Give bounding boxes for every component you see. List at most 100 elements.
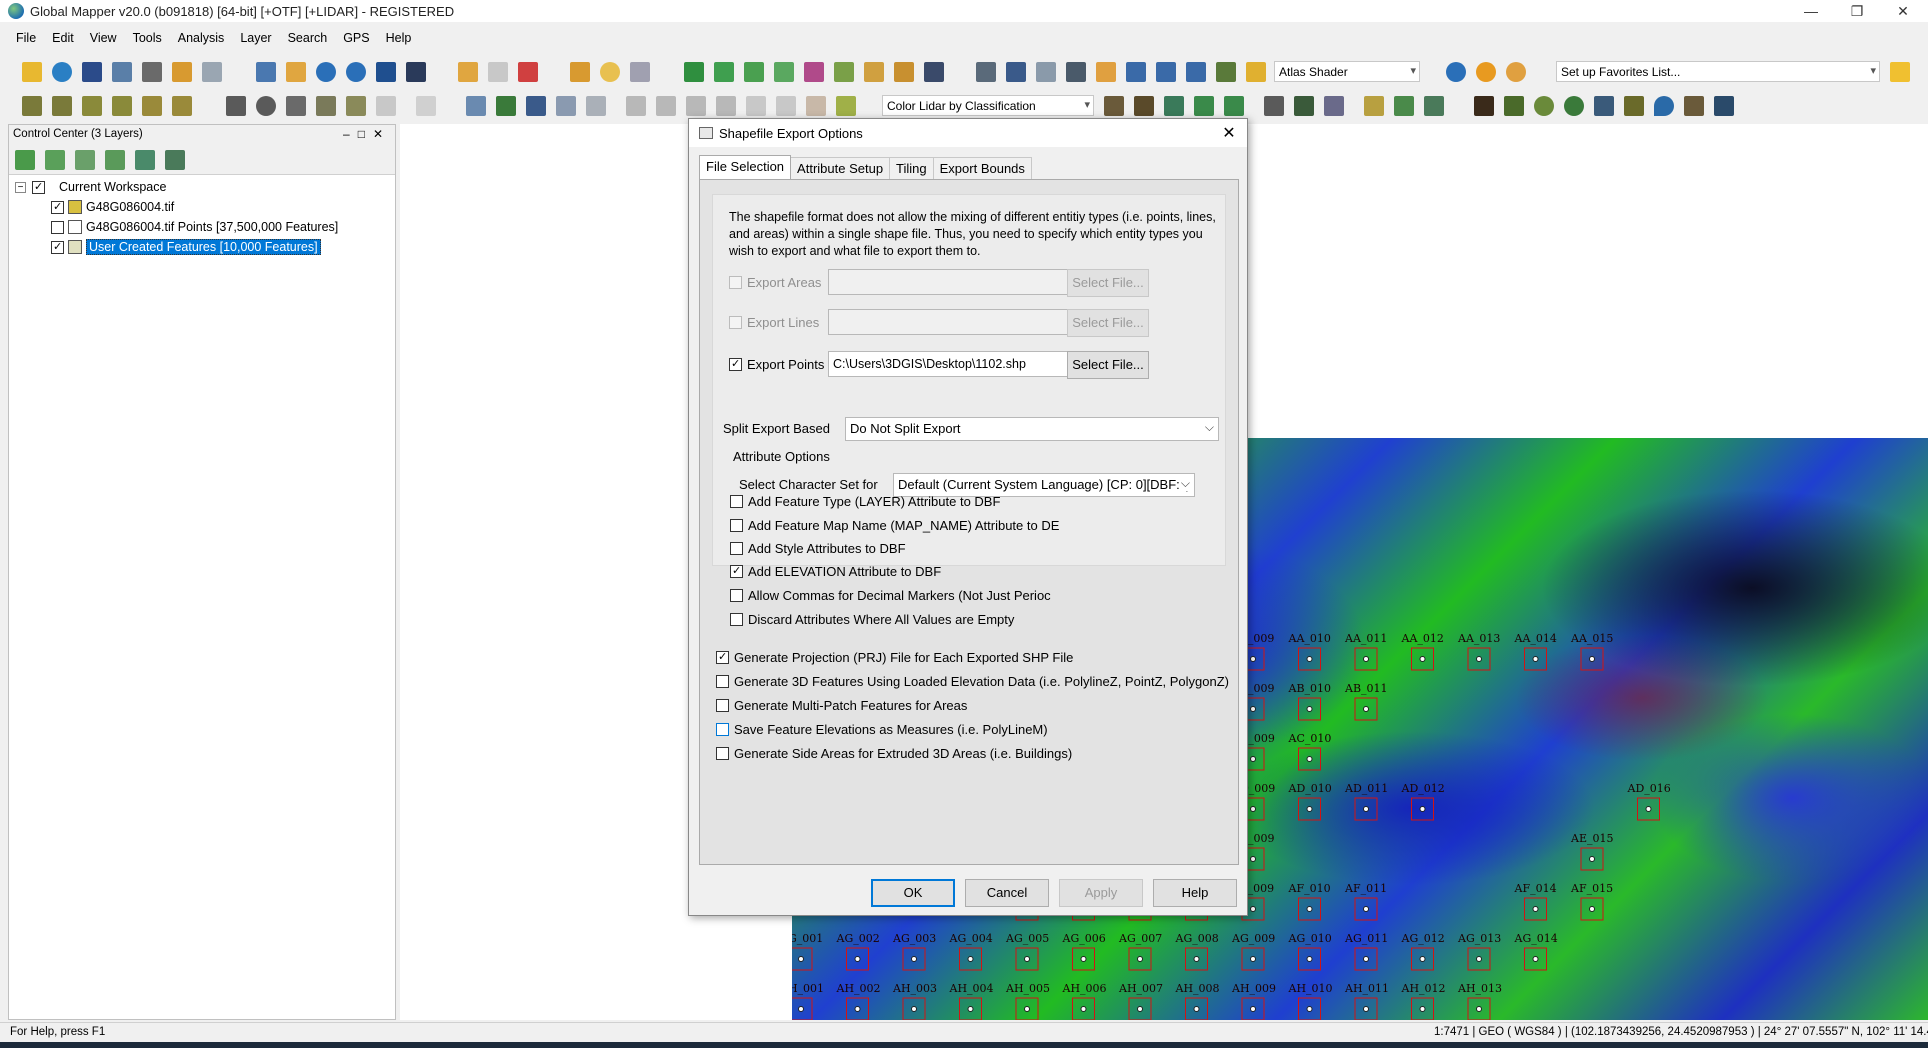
move-icon[interactable] <box>466 96 486 116</box>
zoom-in-icon[interactable] <box>316 62 336 82</box>
grid-point-marker[interactable] <box>967 956 974 962</box>
grid-point-marker[interactable] <box>911 956 917 962</box>
ok-button[interactable]: OK <box>871 879 955 907</box>
select-box-icon[interactable] <box>488 62 508 82</box>
lidar-bush-icon[interactable] <box>1534 96 1554 116</box>
3d-box-icon[interactable] <box>1066 62 1086 82</box>
back-arrow-icon[interactable] <box>376 62 396 82</box>
lidar-tree-icon[interactable] <box>1194 96 1214 116</box>
grid-point-marker[interactable] <box>1193 1006 1200 1012</box>
split-icon[interactable] <box>626 96 646 116</box>
overlay-control-icon[interactable] <box>112 62 132 82</box>
create-feature-icon[interactable] <box>346 96 366 116</box>
tab-file-selection[interactable]: File Selection <box>699 155 792 179</box>
grid-icon[interactable] <box>864 62 884 82</box>
layer-options-icon[interactable] <box>45 150 65 170</box>
close-window-button[interactable]: ✕ <box>1880 0 1926 22</box>
lidar-filter-icon[interactable] <box>1294 96 1314 116</box>
config-wrench-icon[interactable] <box>142 62 162 82</box>
split-export-dropdown[interactable]: Do Not Split Export ⌵ <box>845 417 1219 441</box>
grid-point-marker[interactable] <box>1250 906 1256 912</box>
layer-checkbox[interactable] <box>51 240 64 254</box>
control-center-icon[interactable] <box>172 62 192 82</box>
terrain-analysis-icon[interactable] <box>684 62 704 82</box>
attr-option-map-name[interactable]: Add Feature Map Name (MAP_NAME) Attribut… <box>730 518 1059 533</box>
extend-icon[interactable] <box>746 96 766 116</box>
lidar-edit-icon[interactable] <box>1394 96 1414 116</box>
daylight-sun-icon[interactable] <box>1476 62 1496 82</box>
menu-search[interactable]: Search <box>288 31 328 45</box>
create-curve-icon[interactable] <box>82 96 102 116</box>
grid-point-marker[interactable] <box>854 956 861 962</box>
grid-point-marker[interactable] <box>1306 806 1313 812</box>
lidar-building-2-icon[interactable] <box>1594 96 1614 116</box>
lidar-vegetation-icon[interactable] <box>1504 96 1524 116</box>
workspace-checkbox[interactable] <box>32 180 45 194</box>
collapse-toggle[interactable]: − <box>15 181 26 193</box>
grid-point-marker[interactable] <box>854 1006 861 1012</box>
dialog-close-icon[interactable]: ✕ <box>1219 123 1239 143</box>
lidar-search-icon[interactable] <box>1324 96 1344 116</box>
elevation-legend-icon[interactable] <box>1156 62 1176 82</box>
3d-view-icon[interactable] <box>976 62 996 82</box>
grid-point-marker[interactable] <box>1250 856 1256 862</box>
pan-hand-icon[interactable] <box>286 62 306 82</box>
lidar-tree-2-icon[interactable] <box>1564 96 1584 116</box>
gen-option-multipatch[interactable]: Generate Multi-Patch Features for Areas <box>716 698 967 713</box>
shader-toggle-icon[interactable] <box>1096 62 1116 82</box>
attr-layer-checkbox[interactable] <box>730 495 743 508</box>
grid-point-marker[interactable] <box>1363 656 1369 662</box>
grid-point-marker[interactable] <box>1419 656 1426 662</box>
lidar-color-combo[interactable]: Color Lidar by Classification <box>882 95 1094 116</box>
tool-x-icon[interactable] <box>924 62 944 82</box>
layout-icon[interactable] <box>202 62 222 82</box>
fly-through-icon[interactable] <box>1006 62 1026 82</box>
grid-point-marker[interactable] <box>1024 956 1030 962</box>
create-grid-icon[interactable] <box>286 96 306 116</box>
lidar-ground-icon[interactable] <box>1134 96 1154 116</box>
menu-gps[interactable]: GPS <box>343 31 369 45</box>
digitizer-pencil-icon[interactable] <box>458 62 478 82</box>
grid-point-marker[interactable] <box>1532 956 1539 962</box>
grid-point-marker[interactable] <box>1080 1006 1087 1012</box>
menu-analysis[interactable]: Analysis <box>178 31 225 45</box>
grid-point-marker[interactable] <box>1306 656 1313 662</box>
attr-option-elevation[interactable]: Add ELEVATION Attribute to DBF <box>730 564 941 579</box>
grid-point-marker[interactable] <box>1419 1006 1426 1012</box>
attr-commas-checkbox[interactable] <box>730 589 743 602</box>
attr-option-style[interactable]: Add Style Attributes to DBF <box>730 541 906 556</box>
combine-icon[interactable] <box>656 96 676 116</box>
map-layout-icon[interactable] <box>1036 62 1056 82</box>
grid-point-marker[interactable] <box>1250 706 1256 712</box>
grid-point-marker[interactable] <box>1363 956 1369 962</box>
grid-point-marker[interactable] <box>1645 806 1652 812</box>
workspace-node[interactable]: − Current Workspace <box>15 178 166 196</box>
create-circle-icon[interactable] <box>256 96 276 116</box>
crop-icon[interactable] <box>716 96 736 116</box>
grid-point-marker[interactable] <box>1250 956 1256 962</box>
grid-point-marker[interactable] <box>911 1006 917 1012</box>
attr-option-layer[interactable]: Add Feature Type (LAYER) Attribute to DB… <box>730 494 1000 509</box>
grid-point-marker[interactable] <box>798 956 804 962</box>
grid-point-marker[interactable] <box>1080 956 1087 962</box>
gen-option-side-areas[interactable]: Generate Side Areas for Extruded 3D Area… <box>716 746 1072 761</box>
snap-icon[interactable] <box>586 96 606 116</box>
create-line-icon[interactable] <box>22 96 42 116</box>
gen-prj-checkbox[interactable] <box>716 651 729 664</box>
lidar-powerline-icon[interactable] <box>1224 96 1244 116</box>
grid-point-marker[interactable] <box>1363 906 1369 912</box>
layer-metadata-icon[interactable] <box>105 150 125 170</box>
gen-multipatch-checkbox[interactable] <box>716 699 729 712</box>
create-stream-icon[interactable] <box>112 96 132 116</box>
ruler-icon[interactable] <box>836 96 856 116</box>
grid-point-marker[interactable] <box>1589 906 1595 912</box>
edit-vertex-icon[interactable] <box>686 96 706 116</box>
favorites-star-icon[interactable] <box>1890 62 1910 82</box>
attr-elevation-checkbox[interactable] <box>730 565 743 578</box>
lidar-triangle-icon[interactable] <box>1264 96 1284 116</box>
grid-point-marker[interactable] <box>1306 756 1313 762</box>
grid-point-marker[interactable] <box>1306 1006 1313 1012</box>
grid-point-marker[interactable] <box>1419 956 1426 962</box>
attr-option-commas[interactable]: Allow Commas for Decimal Markers (Not Ju… <box>730 588 1051 603</box>
grid-point-marker[interactable] <box>1137 1006 1143 1012</box>
